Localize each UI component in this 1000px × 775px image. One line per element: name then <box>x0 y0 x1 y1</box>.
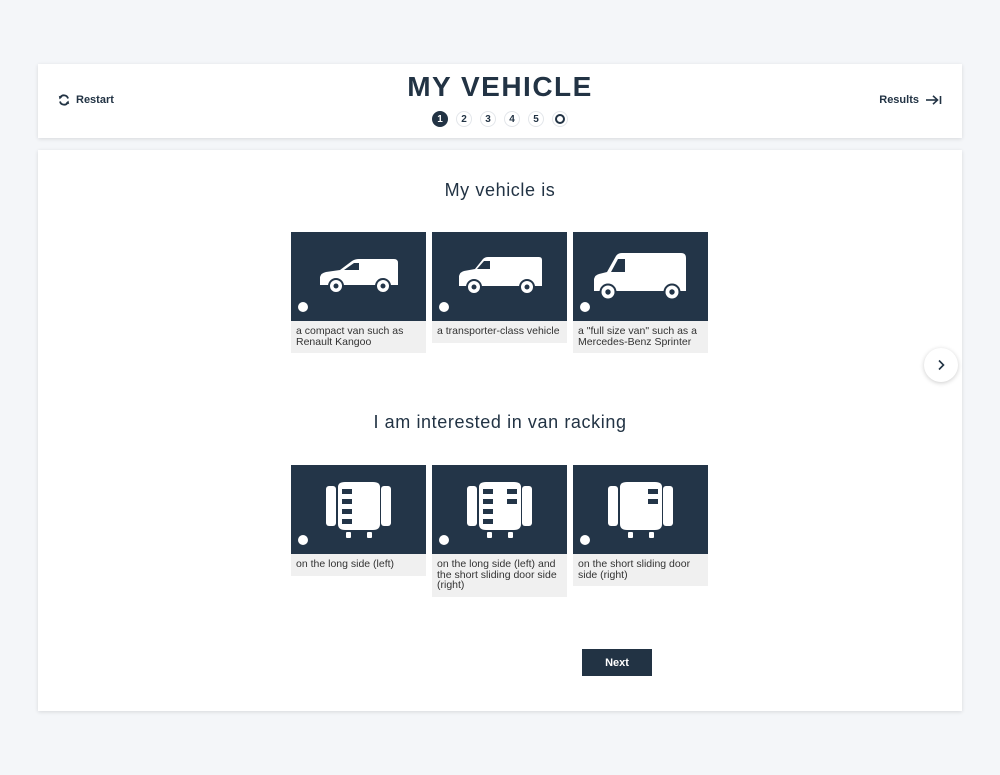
option-radio[interactable] <box>580 535 590 545</box>
option-image <box>291 465 426 554</box>
page-title: MY VEHICLE <box>407 71 593 102</box>
full-size-van-icon <box>593 252 686 300</box>
results-button[interactable]: Results <box>879 94 942 106</box>
racking-options: on the long side (left) on the long side… <box>291 465 708 597</box>
step-1-label: 1 <box>437 113 443 125</box>
racking-both-icon <box>466 481 532 538</box>
results-label: Results <box>879 94 919 106</box>
step-5-label: 5 <box>533 113 539 125</box>
next-button[interactable]: Next <box>582 649 652 676</box>
option-racking-left[interactable]: on the long side (left) <box>291 465 426 597</box>
option-label: a "full size van" such as a Mercedes-Ben… <box>573 321 708 353</box>
step-4[interactable]: 4 <box>504 111 520 127</box>
step-4-label: 4 <box>509 113 515 125</box>
step-2-label: 2 <box>461 113 467 125</box>
next-slide-button[interactable] <box>924 348 958 382</box>
vehicle-options: a compact van such as Renault Kangoo a t… <box>291 232 708 353</box>
question-1-title: My vehicle is <box>444 180 556 200</box>
chevron-right-icon <box>938 359 945 371</box>
step-indicator: 1 2 3 4 5 <box>38 111 962 127</box>
step-3[interactable]: 3 <box>480 111 496 127</box>
racking-left-icon <box>325 481 391 538</box>
option-label: on the long side (left) and the short sl… <box>432 554 567 597</box>
question-2-title: I am interested in van racking <box>373 412 627 432</box>
question-card: My vehicle is a compact van such as Rena… <box>38 150 962 711</box>
option-image <box>291 232 426 321</box>
option-racking-right[interactable]: on the short sliding door side (right) <box>573 465 708 597</box>
option-radio[interactable] <box>439 535 449 545</box>
arrow-to-end-icon <box>926 95 942 105</box>
step-3-label: 3 <box>485 113 491 125</box>
transporter-van-icon <box>458 256 542 295</box>
compact-van-icon <box>319 258 398 294</box>
option-full-size-van[interactable]: a "full size van" such as a Mercedes-Ben… <box>573 232 708 353</box>
step-5[interactable]: 5 <box>528 111 544 127</box>
option-image <box>432 465 567 554</box>
option-transporter-van[interactable]: a transporter-class vehicle <box>432 232 567 353</box>
option-radio[interactable] <box>439 302 449 312</box>
circle-icon <box>555 114 565 124</box>
option-radio[interactable] <box>298 535 308 545</box>
option-compact-van[interactable]: a compact van such as Renault Kangoo <box>291 232 426 353</box>
option-radio[interactable] <box>298 302 308 312</box>
option-image <box>573 465 708 554</box>
step-1[interactable]: 1 <box>432 111 448 127</box>
option-label: a compact van such as Renault Kangoo <box>291 321 426 353</box>
step-2[interactable]: 2 <box>456 111 472 127</box>
option-label: on the long side (left) <box>291 554 426 576</box>
option-label: a transporter-class vehicle <box>432 321 567 343</box>
step-final[interactable] <box>552 111 568 127</box>
option-image <box>573 232 708 321</box>
option-label: on the short sliding door side (right) <box>573 554 708 586</box>
header-card: Restart MY VEHICLE 1 2 3 4 5 Results <box>38 64 962 138</box>
racking-right-icon <box>607 481 673 538</box>
option-racking-both[interactable]: on the long side (left) and the short sl… <box>432 465 567 597</box>
option-image <box>432 232 567 321</box>
option-radio[interactable] <box>580 302 590 312</box>
